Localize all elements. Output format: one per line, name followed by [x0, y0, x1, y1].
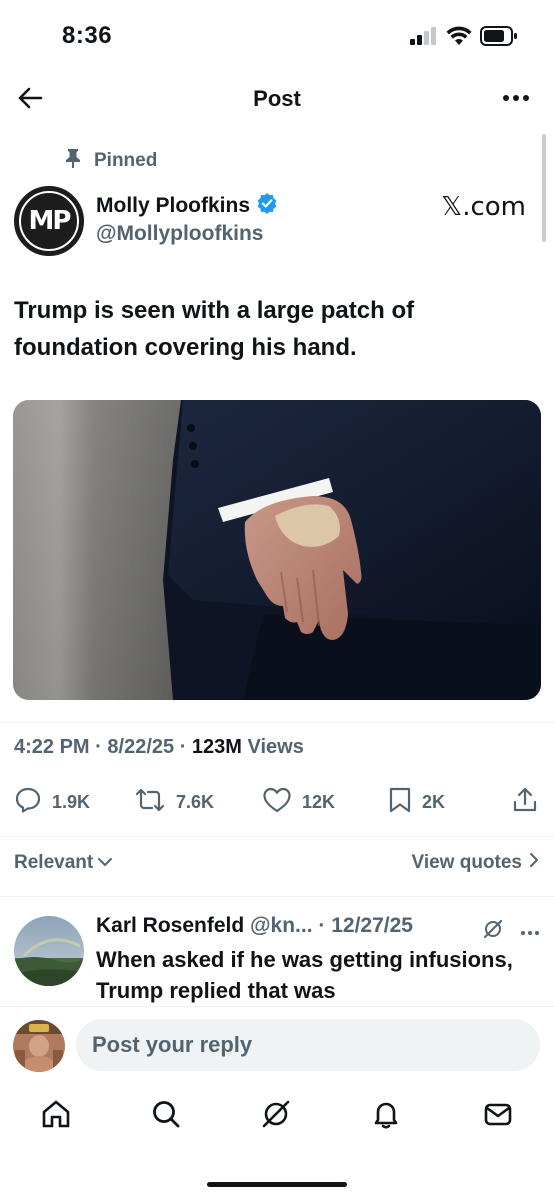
author-name: Molly Ploofkins	[96, 194, 251, 217]
divider	[0, 896, 554, 897]
post-image[interactable]	[13, 400, 541, 700]
search-icon	[150, 1098, 182, 1135]
repost-count: 7.6K	[176, 792, 215, 812]
views-count: 123M	[191, 736, 242, 758]
post-actions: 1.9K 7.6K 12K 2K	[14, 786, 542, 820]
reply-header: Karl Rosenfeld @kn... · 12/27/25	[96, 914, 413, 938]
notifications-icon	[370, 1098, 402, 1135]
sort-label: Relevant	[14, 852, 94, 873]
home-icon	[40, 1098, 72, 1135]
chevron-right-icon	[528, 852, 540, 874]
tab-messages[interactable]	[480, 1098, 516, 1134]
views-label: Views	[247, 736, 304, 758]
reply-input[interactable]	[76, 1019, 540, 1071]
reply-more-icon[interactable]	[520, 923, 540, 941]
post-text: Trump is seen with a large patch of foun…	[14, 297, 415, 361]
top-nav: Post	[0, 74, 554, 124]
scrollbar[interactable]	[542, 134, 546, 242]
post-metadata: 4:22 PM · 8/22/25 · 123M Views	[14, 736, 304, 759]
reply-author-name[interactable]: Karl Rosenfeld	[96, 914, 244, 937]
author-avatar[interactable]: MP	[14, 186, 84, 256]
reply-icons	[482, 918, 540, 945]
post-date: 8/22/25	[107, 736, 175, 758]
watermark-x-com: 𝕏.com	[441, 192, 526, 222]
like-button[interactable]: 12K	[262, 786, 335, 819]
pinned-indicator: Pinned	[64, 148, 157, 174]
pin-icon	[64, 148, 82, 174]
verified-badge-icon	[256, 192, 278, 220]
bookmark-button[interactable]: 2K	[388, 786, 445, 819]
reply-button[interactable]: 1.9K	[14, 786, 90, 819]
page-title: Post	[253, 86, 301, 111]
wifi-icon	[446, 26, 472, 51]
replies-filter-row: Relevant View quotes	[14, 850, 540, 880]
post-time: 4:22 PM	[14, 736, 90, 758]
repost-icon	[134, 786, 166, 819]
reply-avatar-image	[14, 916, 84, 986]
like-icon	[262, 786, 292, 819]
reply-author-handle[interactable]: @kn...	[250, 914, 313, 937]
battery-icon	[480, 26, 518, 51]
divider	[0, 722, 554, 723]
reply-text: When asked if he was getting infusions, …	[96, 947, 513, 1003]
view-quotes-label: View quotes	[411, 852, 522, 873]
reply-count: 1.9K	[52, 792, 91, 812]
share-button[interactable]	[512, 786, 538, 819]
repost-button[interactable]: 7.6K	[134, 786, 214, 819]
post-author: MP Molly Ploofkins @Mollyploofkins 𝕏.com	[14, 184, 534, 256]
status-bar: 8:36	[0, 0, 554, 70]
like-count: 12K	[302, 792, 336, 812]
user-avatar-image	[13, 1020, 65, 1072]
status-icons	[410, 26, 518, 51]
reply-date: 12/27/25	[331, 914, 413, 937]
meta-separator: ·	[95, 736, 102, 758]
author-handle[interactable]: @Mollyploofkins	[96, 222, 263, 246]
user-avatar[interactable]	[13, 1020, 65, 1072]
tab-notifications[interactable]	[368, 1098, 404, 1134]
sort-dropdown[interactable]: Relevant	[14, 852, 113, 874]
more-options-button[interactable]	[500, 86, 532, 110]
reply-separator: ·	[318, 914, 326, 937]
reply-composer	[0, 1006, 554, 1084]
tab-home[interactable]	[38, 1098, 74, 1134]
avatar-initials: MP	[19, 191, 79, 251]
reply-icon	[14, 786, 42, 819]
pinned-label: Pinned	[94, 150, 158, 171]
tab-search[interactable]	[148, 1098, 184, 1134]
meta-separator: ·	[179, 736, 187, 758]
more-icon	[502, 89, 530, 107]
grok-icon[interactable]	[482, 918, 504, 945]
chevron-down-icon	[97, 852, 113, 874]
view-quotes-link[interactable]: View quotes	[411, 852, 540, 874]
grok-icon	[260, 1098, 292, 1135]
bookmark-count: 2K	[422, 792, 446, 812]
post-image-illustration	[13, 400, 541, 700]
cellular-signal-icon	[410, 27, 438, 50]
status-time: 8:36	[62, 22, 113, 49]
messages-icon	[482, 1098, 514, 1135]
bookmark-icon	[388, 786, 412, 819]
author-name-row[interactable]: Molly Ploofkins	[96, 192, 278, 220]
tab-grok[interactable]	[258, 1098, 294, 1134]
bottom-tab-bar	[0, 1084, 554, 1148]
home-indicator[interactable]	[207, 1182, 347, 1187]
reply-avatar[interactable]	[14, 916, 84, 986]
reply-item[interactable]: Karl Rosenfeld @kn... · 12/27/25 When as…	[0, 898, 554, 1008]
divider	[0, 836, 554, 837]
share-icon	[512, 786, 538, 819]
